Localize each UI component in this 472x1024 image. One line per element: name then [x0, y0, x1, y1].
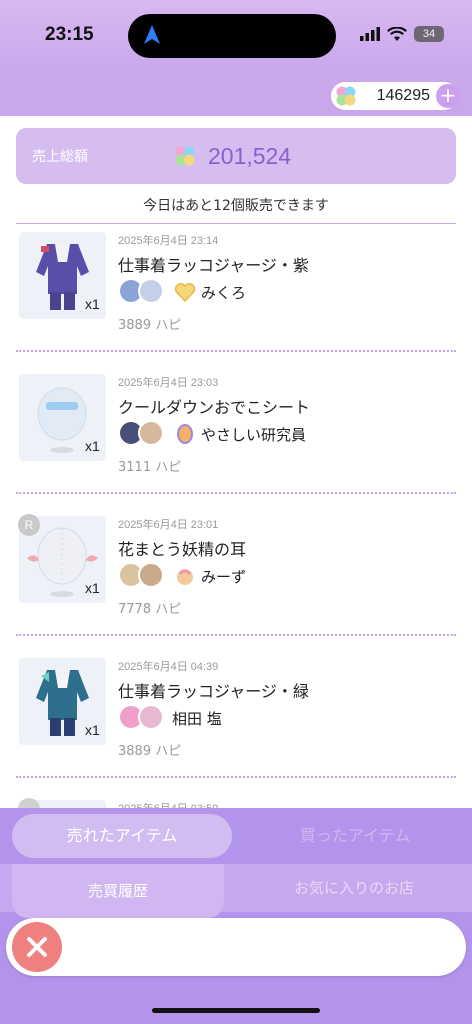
item-quantity: x1	[85, 438, 100, 454]
dynamic-island	[128, 14, 336, 58]
seller-name[interactable]: みーず	[201, 566, 246, 587]
clover-currency-icon	[175, 146, 195, 166]
sales-history-list[interactable]: x1 2025年6月4日 23:14 仕事着ラッコジャージ・紫 みくろ 3889…	[0, 224, 472, 810]
battery-icon: 34	[414, 26, 444, 42]
signal-icon	[360, 27, 380, 41]
status-time: 23:15	[45, 24, 94, 45]
item-quantity: x1	[85, 296, 100, 312]
header-area: 23:15 34 146295 +	[0, 0, 472, 116]
rarity-badge: R	[18, 514, 40, 536]
item-name: 仕事着ラッコジャージ・緑	[118, 682, 309, 701]
item-price: 3889 ハピ	[118, 744, 182, 759]
avatar	[138, 704, 164, 730]
seller-name[interactable]: みくろ	[201, 282, 246, 303]
avatar	[138, 420, 164, 446]
item-name: クールダウンおでこシート	[118, 398, 311, 417]
close-icon	[27, 937, 47, 957]
avatar	[138, 278, 164, 304]
clover-currency-icon	[336, 86, 356, 106]
item-price: 3111 ハピ	[118, 460, 182, 475]
seller-name[interactable]: やさしい研究員	[201, 424, 306, 445]
sales-total-value: 201,524	[208, 142, 292, 169]
bottom-bar	[6, 918, 466, 976]
status-icons: 34	[360, 26, 444, 42]
tab-trade-history[interactable]: 売買履歴	[12, 864, 224, 918]
remaining-sales-text: 今日はあと12個販売できます	[143, 198, 329, 214]
list-item[interactable]: x1 2025年6月4日 23:03 クールダウンおでこシート やさしい研究員 …	[0, 366, 472, 508]
item-date: 2025年6月4日 04:39	[118, 661, 219, 673]
item-name: 仕事着ラッコジャージ・紫	[118, 256, 309, 275]
seller-name[interactable]: 相田 塩	[172, 708, 222, 729]
item-price: 7778 ハピ	[118, 602, 182, 617]
badge-icon	[177, 569, 193, 585]
home-indicator	[152, 1008, 320, 1013]
item-price: 3889 ハピ	[118, 318, 182, 333]
avatar	[138, 562, 164, 588]
location-arrow-icon	[144, 25, 160, 44]
divider	[16, 492, 456, 494]
buyer-avatars[interactable]	[118, 562, 164, 588]
wifi-icon	[387, 26, 407, 41]
divider	[16, 776, 456, 778]
add-currency-button[interactable]: +	[436, 84, 460, 108]
list-item[interactable]: x1 2025年6月4日 04:39 仕事着ラッコジャージ・緑 相田 塩 388…	[0, 650, 472, 792]
heart-badge-icon	[174, 283, 196, 303]
item-name: 花まとう妖精の耳	[118, 540, 247, 559]
buyer-avatars[interactable]	[118, 704, 164, 730]
divider	[16, 634, 456, 636]
list-item[interactable]: x1 2025年6月4日 23:14 仕事着ラッコジャージ・紫 みくろ 3889…	[0, 224, 472, 366]
close-button[interactable]	[12, 922, 62, 972]
tab-sold-items[interactable]: 売れたアイテム	[12, 814, 232, 858]
item-date: 2025年6月4日 23:03	[118, 377, 219, 389]
currency-pill[interactable]: 146295 +	[330, 82, 460, 110]
list-item[interactable]: R x1 2025年6月4日 23:01 花まとう妖精の耳 みーず 7778 ハ…	[0, 508, 472, 650]
item-date: 2025年6月4日 23:14	[118, 235, 219, 247]
buyer-avatars[interactable]	[118, 278, 164, 304]
item-date: 2025年6月4日 23:01	[118, 519, 219, 531]
tab-bought-items[interactable]: 買ったアイテム	[245, 814, 465, 858]
tab-favorite-shops[interactable]: お気に入りのお店	[240, 864, 468, 912]
item-quantity: x1	[85, 722, 100, 738]
item-quantity: x1	[85, 580, 100, 596]
divider	[16, 350, 456, 352]
sales-total-label: 売上総額	[32, 149, 88, 165]
badge-icon	[177, 424, 193, 444]
sales-total-box: 売上総額 201,524	[16, 128, 456, 184]
buyer-avatars[interactable]	[118, 420, 164, 446]
currency-amount: 146295	[376, 87, 430, 104]
bottom-panel: 売れたアイテム 買ったアイテム 売買履歴 お気に入りのお店	[0, 808, 472, 1024]
